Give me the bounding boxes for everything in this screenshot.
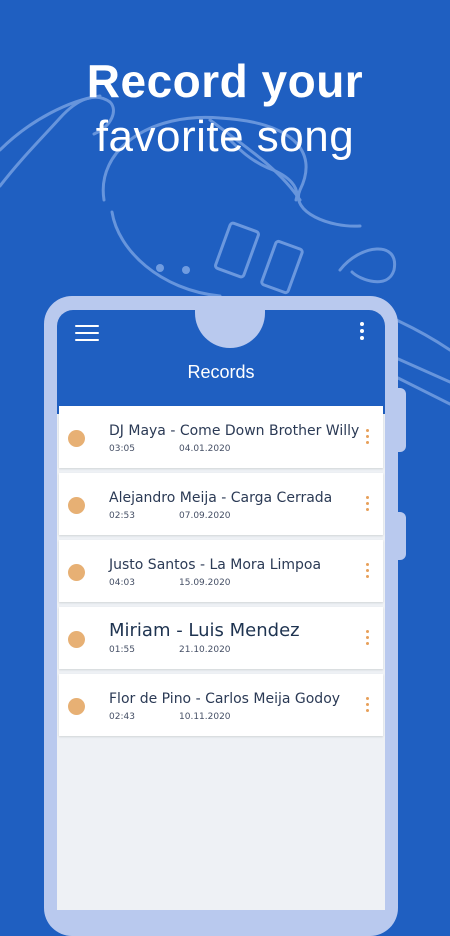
record-dot-icon	[68, 497, 85, 514]
record-title: Alejandro Meija - Carga Cerrada	[109, 490, 333, 506]
hamburger-menu-icon[interactable]	[75, 322, 101, 344]
app-screen: Records DJ Maya - Come Down Brother Will…	[57, 310, 385, 910]
page-title: Records	[187, 362, 255, 382]
record-item[interactable]: DJ Maya - Come Down Brother Willy 03:05 …	[59, 406, 383, 468]
more-vert-icon[interactable]	[357, 320, 367, 342]
promo-headline: Record your favorite song	[0, 52, 450, 164]
record-duration: 02:53	[109, 511, 135, 521]
item-more-icon[interactable]	[365, 629, 371, 647]
headline-line-1: Record your	[86, 55, 364, 107]
record-item[interactable]: Miriam - Luis Mendez 01:55 21.10.2020	[59, 607, 383, 669]
record-duration: 01:55	[109, 645, 135, 655]
item-more-icon[interactable]	[365, 696, 371, 714]
record-duration: 03:05	[109, 444, 135, 454]
record-title: Flor de Pino - Carlos Meija Godoy	[109, 691, 341, 707]
record-date: 04.01.2020	[179, 444, 231, 454]
item-more-icon[interactable]	[365, 495, 371, 513]
phone-volume-button	[398, 388, 406, 452]
record-title: Miriam - Luis Mendez	[109, 620, 300, 641]
record-dot-icon	[68, 430, 85, 447]
record-duration: 04:03	[109, 578, 135, 588]
phone-power-button	[398, 512, 406, 560]
item-more-icon[interactable]	[365, 562, 371, 580]
record-dot-icon	[68, 631, 85, 648]
record-title: DJ Maya - Come Down Brother Willy	[109, 423, 360, 439]
record-date: 10.11.2020	[179, 712, 231, 722]
record-duration: 02:43	[109, 712, 135, 722]
record-date: 21.10.2020	[179, 645, 231, 655]
record-date: 15.09.2020	[179, 578, 231, 588]
headline-line-2: favorite song	[95, 112, 355, 161]
record-dot-icon	[68, 698, 85, 715]
item-more-icon[interactable]	[365, 428, 371, 446]
record-dot-icon	[68, 564, 85, 581]
record-date: 07.09.2020	[179, 511, 231, 521]
record-item[interactable]: Flor de Pino - Carlos Meija Godoy 02:43 …	[59, 674, 383, 736]
record-item[interactable]: Alejandro Meija - Carga Cerrada 02:53 07…	[59, 473, 383, 535]
record-item[interactable]: Justo Santos - La Mora Limpoa 04:03 15.0…	[59, 540, 383, 602]
record-title: Justo Santos - La Mora Limpoa	[109, 557, 322, 573]
